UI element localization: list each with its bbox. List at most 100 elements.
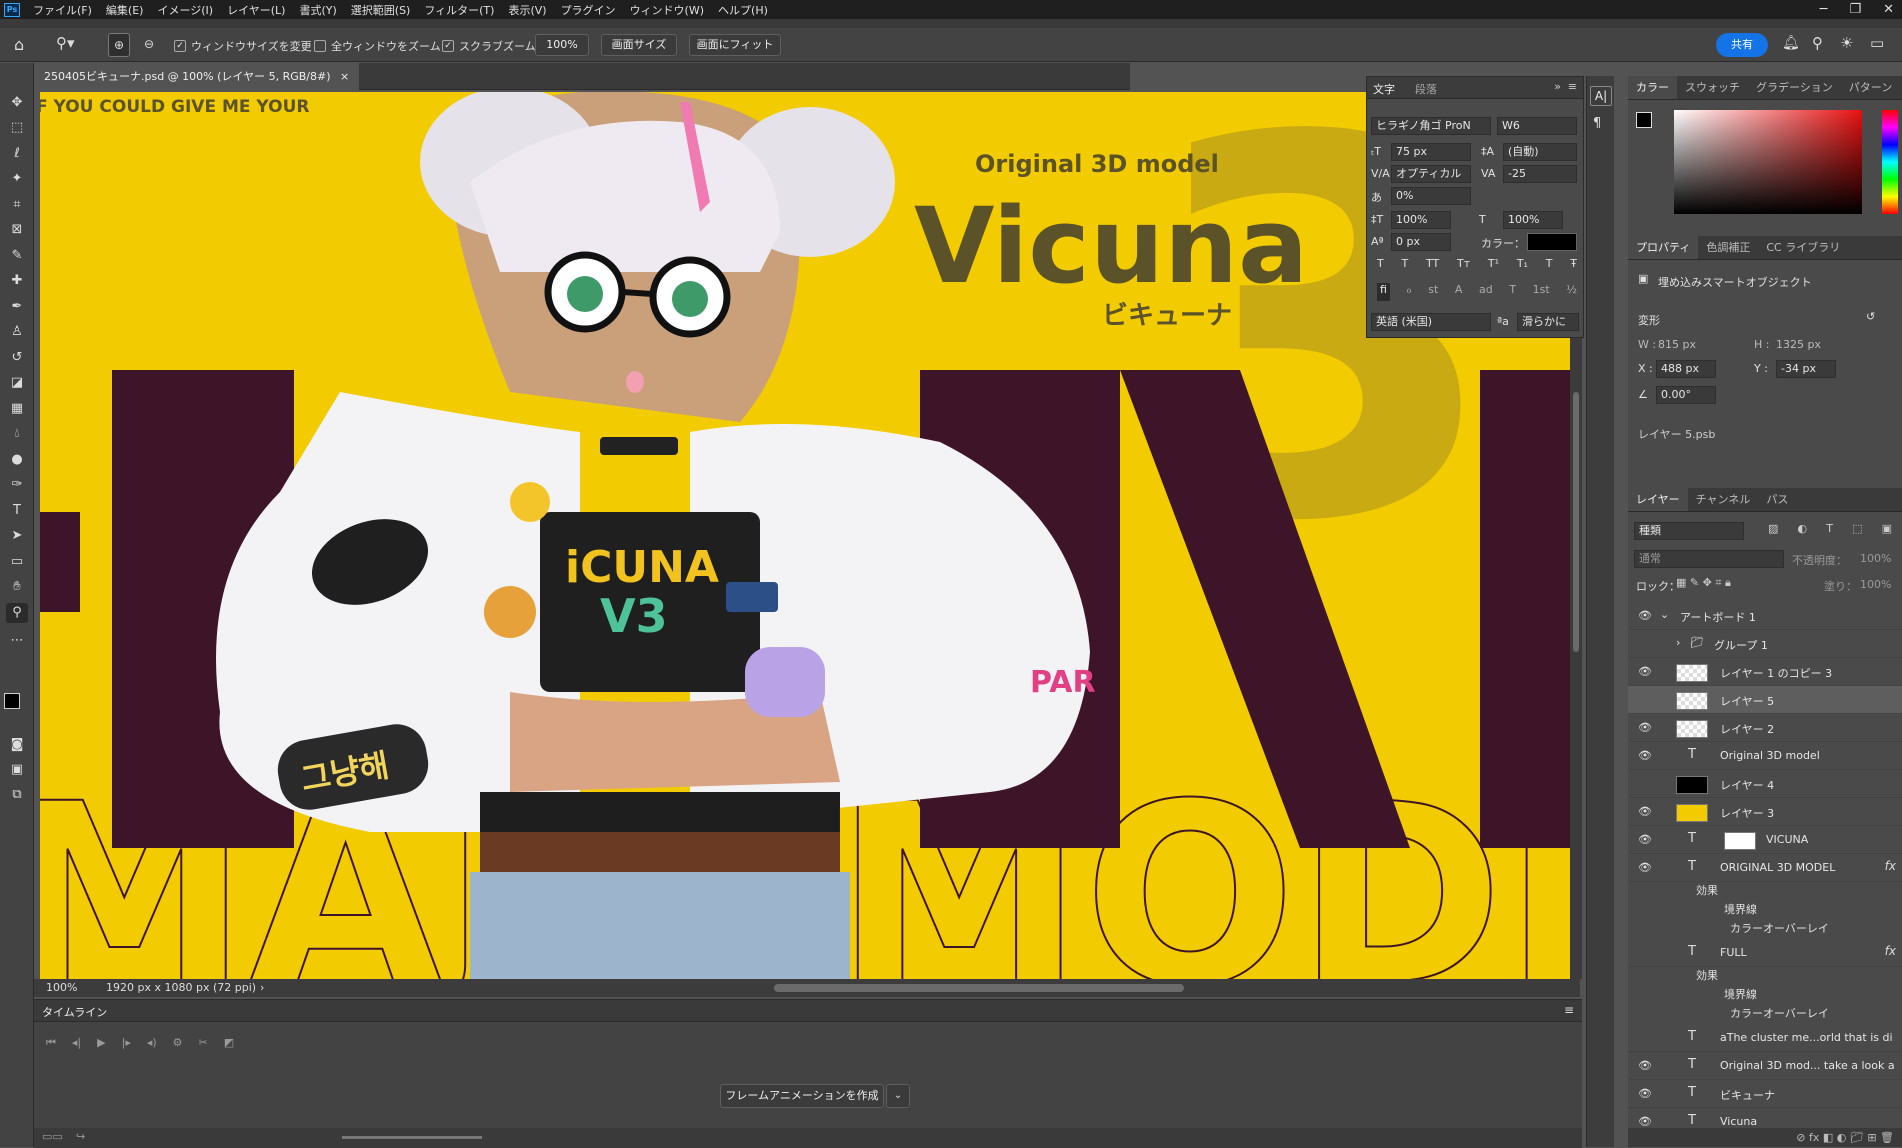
status-arrow-icon[interactable]: › — [260, 979, 264, 997]
convert-icon[interactable]: ↪ — [76, 1130, 85, 1143]
type-filter-icon[interactable]: T — [1826, 522, 1833, 540]
eraser-icon[interactable]: ◪ — [6, 373, 28, 393]
collapse-icon[interactable]: » — [1554, 80, 1561, 93]
hue-slider[interactable] — [1882, 110, 1898, 214]
underline-button[interactable]: T — [1546, 257, 1553, 275]
visibility-eye-icon[interactable]: 👁︎ — [1638, 833, 1652, 846]
resize-windows-checkbox[interactable]: ✓ ウィンドウサイズを変更 — [174, 38, 312, 54]
shape-filter-icon[interactable]: ⬚ — [1852, 522, 1862, 540]
stylistic-alt-button[interactable]: ad — [1479, 283, 1493, 301]
fx-icon[interactable]: fx — [1885, 944, 1896, 958]
menu-file[interactable]: ファイル(F) — [26, 2, 99, 18]
history-brush-icon[interactable]: ↺ — [6, 348, 28, 368]
baseline-field[interactable]: 0 px — [1391, 233, 1451, 251]
font-size-field[interactable]: 75 px — [1391, 143, 1471, 161]
x-field[interactable]: 488 px — [1656, 360, 1716, 378]
overlay-effect[interactable]: カラーオーバーレイ — [1730, 1005, 1829, 1021]
language-select[interactable]: 英語 (米国) — [1371, 313, 1491, 331]
pen-tool-icon[interactable]: ✑ — [6, 475, 28, 495]
fill-value[interactable]: 100% — [1860, 578, 1891, 591]
layer-row[interactable]: 👁︎ レイヤー 3 — [1628, 798, 1902, 826]
menu-edit[interactable]: 編集(E) — [99, 2, 151, 18]
layer-row[interactable]: TaThe cluster me...orld that is di — [1628, 1024, 1902, 1052]
horizontal-scale-field[interactable]: 100% — [1503, 211, 1563, 229]
tab-paragraph[interactable]: 段落 — [1415, 81, 1437, 97]
h-value[interactable]: 1325 px — [1776, 338, 1821, 351]
document-tab[interactable]: 250405ビキューナ.psd @ 100% (レイヤー 5, RGB/8#) … — [34, 63, 360, 90]
settings-gear-icon[interactable]: ⚙ — [173, 1036, 183, 1050]
tab-color[interactable]: カラー — [1628, 76, 1677, 99]
minimize-icon[interactable]: ─ — [1820, 2, 1828, 17]
tab-gradients[interactable]: グラデーション — [1748, 76, 1841, 99]
menu-view[interactable]: 表示(V) — [501, 2, 553, 18]
stamp-tool-icon[interactable]: ♙ — [6, 322, 28, 342]
bell-icon[interactable]: 🔔︎ — [1782, 35, 1800, 51]
first-frame-icon[interactable]: ⏮ — [46, 1036, 56, 1050]
overlay-effect[interactable]: カラーオーバーレイ — [1730, 920, 1829, 936]
close-icon[interactable]: ✕ — [1883, 2, 1894, 17]
vertical-scroll-thumb[interactable] — [1573, 392, 1579, 652]
tab-swatches[interactable]: スウォッチ — [1677, 76, 1748, 99]
workspace-icon[interactable]: ▭ — [1870, 34, 1884, 52]
stroke-effect[interactable]: 境界線 — [1724, 901, 1757, 917]
layers-footer-icons[interactable]: ⊘ fx ◧ ◐ 📁︎ ⊞ 🗑︎ — [1628, 1128, 1902, 1147]
small-caps-button[interactable]: Tт — [1457, 257, 1470, 275]
fx-icon[interactable]: fx — [1885, 859, 1896, 873]
more-tools-icon[interactable]: ⋯ — [6, 631, 28, 651]
home-icon[interactable]: ⌂ — [14, 35, 34, 55]
bold-button[interactable]: T — [1377, 257, 1384, 275]
blur-tool-icon[interactable]: 💧︎ — [6, 424, 28, 444]
tab-paths[interactable]: パス — [1758, 488, 1796, 511]
share-button[interactable]: 共有 — [1716, 33, 1768, 57]
screen-mode-icon[interactable]: ▣ — [6, 760, 28, 780]
menu-help[interactable]: ヘルプ(H) — [711, 2, 775, 18]
lasso-tool-icon[interactable]: ℓ — [6, 144, 28, 164]
angle-field[interactable]: 0.00° — [1656, 386, 1716, 404]
blend-mode-select[interactable]: 通常 — [1634, 550, 1784, 568]
quick-mask-icon[interactable]: ◙ — [6, 735, 28, 755]
share-tool-icon[interactable]: ⧉ — [6, 785, 28, 805]
tab-character[interactable]: 文字 — [1373, 81, 1395, 97]
collapse-chevron-icon[interactable]: ⌄ — [1660, 608, 1669, 621]
restore-icon[interactable]: ❐ — [1849, 2, 1861, 17]
color-foreground-swatch[interactable] — [1636, 112, 1652, 128]
type-tool-icon[interactable]: T — [6, 501, 28, 521]
tab-cc-libraries[interactable]: CC ライブラリ — [1758, 236, 1848, 259]
superscript-button[interactable]: T¹ — [1488, 257, 1499, 275]
frame-icon[interactable]: ▭▭ — [42, 1130, 63, 1143]
timeline-menu-icon[interactable]: ≡ — [1564, 1003, 1574, 1017]
font-weight-select[interactable]: W6 — [1497, 117, 1577, 135]
play-icon[interactable]: ▶ — [97, 1036, 105, 1050]
foreground-color-swatch[interactable] — [4, 693, 20, 709]
prev-frame-icon[interactable]: ◂| — [72, 1036, 81, 1050]
status-zoom[interactable]: 100% — [46, 979, 77, 997]
panel-menu-icon[interactable]: ≡ — [1568, 80, 1577, 93]
ordinals-button[interactable]: 1st — [1533, 283, 1550, 301]
stylistic-button[interactable]: st — [1428, 283, 1438, 301]
visibility-eye-icon[interactable]: 👁︎ — [1638, 721, 1652, 734]
animation-dropdown-icon[interactable]: ⌄ — [886, 1084, 910, 1108]
tab-layers[interactable]: レイヤー — [1628, 488, 1688, 511]
gradient-tool-icon[interactable]: ▦ — [6, 399, 28, 419]
visibility-eye-icon[interactable]: 👁︎ — [1638, 749, 1652, 762]
menu-image[interactable]: イメージ(I) — [150, 2, 220, 18]
layer-row[interactable]: レイヤー 4 — [1628, 770, 1902, 798]
audio-icon[interactable]: ◂) — [147, 1036, 157, 1050]
effects-label[interactable]: 効果 — [1696, 882, 1718, 898]
move-tool-icon[interactable]: ✥ — [6, 93, 28, 113]
visibility-eye-icon[interactable]: 👁︎ — [1638, 665, 1652, 678]
layer-row[interactable]: 👁︎ レイヤー 1 のコピー 3 — [1628, 658, 1902, 686]
character-panel-icon[interactable]: A| — [1590, 86, 1612, 106]
document-canvas[interactable]: 3 MAJO MODEL F YOU COULD GIVE ME YOUR Or… — [40, 92, 1570, 979]
subscript-button[interactable]: T₁ — [1517, 257, 1528, 275]
zoom-tool-icon[interactable]: ⚲ — [6, 603, 28, 623]
zoom-all-checkbox[interactable]: 全ウィンドウをズーム — [314, 38, 441, 54]
layer-row[interactable]: 👁︎ レイヤー 2 — [1628, 714, 1902, 742]
menu-window[interactable]: ウィンドウ(W) — [623, 2, 711, 18]
opacity-value[interactable]: 100% — [1860, 552, 1891, 565]
menu-select[interactable]: 選択範囲(S) — [344, 2, 418, 18]
zoom-value-field[interactable]: 100% — [535, 34, 589, 56]
path-select-icon[interactable]: ➤ — [6, 526, 28, 546]
visibility-eye-icon[interactable]: 👁︎ — [1638, 805, 1652, 818]
brush-tool-icon[interactable]: ✒ — [6, 297, 28, 317]
